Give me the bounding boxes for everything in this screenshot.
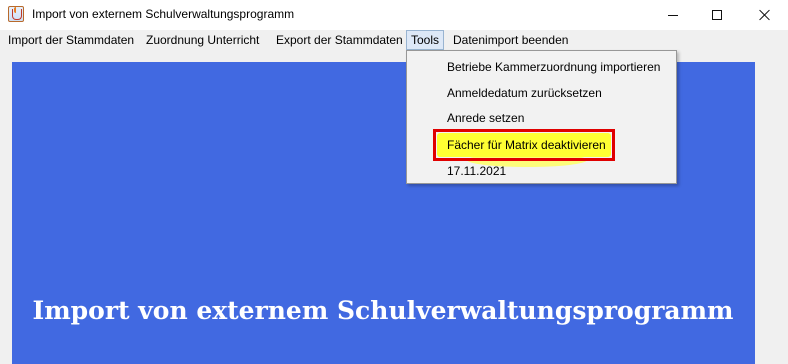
application-window: Import von externem Schulverwaltungsprog… — [0, 0, 788, 364]
title-bar: Import von externem Schulverwaltungsprog… — [0, 0, 788, 30]
menu-item-date[interactable]: 17.11.2021 — [447, 162, 506, 180]
menu-import-stammdaten[interactable]: Import der Stammdaten — [4, 30, 138, 50]
window-title: Import von externem Schulverwaltungsprog… — [32, 7, 295, 21]
menu-export-stammdaten[interactable]: Export der Stammdaten — [272, 30, 407, 50]
menu-bar: Import der Stammdaten Zuordnung Unterric… — [0, 30, 788, 50]
minimize-icon — [668, 14, 678, 16]
red-highlight-box — [433, 129, 615, 161]
java-app-icon — [8, 6, 24, 22]
menu-tools[interactable]: Tools — [406, 30, 445, 50]
maximize-icon — [712, 10, 722, 20]
panel-heading: Import von externem Schulverwaltungsprog… — [32, 296, 734, 325]
minimize-button[interactable] — [650, 0, 696, 30]
menu-item-anrede-setzen[interactable]: Anrede setzen — [447, 109, 524, 127]
menu-datenimport-beenden[interactable]: Datenimport beenden — [449, 30, 572, 50]
menu-item-betriebe-kammerzuordnung[interactable]: Betriebe Kammerzuordnung importieren — [447, 58, 660, 76]
menu-item-anmeldedatum-zuruecksetzen[interactable]: Anmeldedatum zurücksetzen — [447, 84, 602, 102]
maximize-button[interactable] — [694, 0, 740, 30]
tools-dropdown-menu: Betriebe Kammerzuordnung importieren Anm… — [406, 50, 677, 184]
close-icon — [759, 9, 771, 21]
close-button[interactable] — [742, 0, 788, 30]
menu-zuordnung-unterricht[interactable]: Zuordnung Unterricht — [142, 30, 263, 50]
